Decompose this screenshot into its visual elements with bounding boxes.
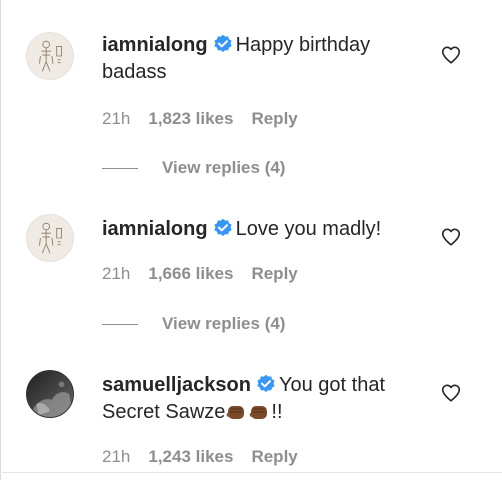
fist-emoji-icon (248, 401, 270, 423)
reply-button[interactable]: Reply (251, 109, 297, 128)
sketch-avatar-icon (39, 40, 62, 72)
like-heart-icon[interactable] (440, 44, 462, 66)
reply-button[interactable]: Reply (251, 447, 297, 466)
view-replies-line (102, 324, 138, 326)
fist-emoji-icon (225, 401, 247, 423)
verified-badge-icon (256, 374, 276, 394)
comment-time: 21h (102, 264, 131, 283)
photo-avatar-icon (27, 371, 73, 417)
comment-username[interactable]: samuelljackson (102, 374, 251, 396)
comment-meta: 21h 1,823 likes Reply (102, 109, 316, 129)
view-replies-label: View replies (4) (162, 314, 286, 333)
verified-badge-icon (213, 34, 233, 54)
verified-badge-icon (213, 218, 233, 238)
comment-time: 21h (102, 447, 131, 466)
comment-text-block: iamnialong Love you madly! (102, 216, 424, 243)
like-heart-icon[interactable] (440, 226, 462, 248)
sketch-avatar-icon (39, 222, 62, 254)
comment-likes[interactable]: 1,823 likes (148, 109, 233, 128)
reply-button[interactable]: Reply (251, 264, 297, 283)
comment-time: 21h (102, 109, 131, 128)
avatar[interactable] (26, 370, 74, 418)
comment-meta: 21h 1,666 likes Reply (102, 264, 316, 284)
comment-body: Love you madly! (235, 218, 382, 240)
view-replies-label: View replies (4) (162, 158, 286, 177)
comment-body-suffix: !! (271, 401, 283, 423)
bottom-divider (0, 472, 502, 473)
like-heart-icon[interactable] (440, 382, 462, 404)
comment-likes[interactable]: 1,666 likes (148, 264, 233, 283)
comment-text-block: samuelljackson You got that Secret Sawze!… (102, 372, 424, 426)
left-border (0, 0, 1, 480)
avatar[interactable] (26, 32, 74, 80)
comment-likes[interactable]: 1,243 likes (148, 447, 233, 466)
avatar[interactable] (26, 214, 74, 262)
comment-meta: 21h 1,243 likes Reply (102, 447, 316, 467)
view-replies-line (102, 168, 138, 170)
view-replies-button[interactable]: View replies (4) (102, 314, 285, 334)
comment-username[interactable]: iamnialong (102, 218, 208, 240)
comment-username[interactable]: iamnialong (102, 34, 208, 56)
comment-text-block: iamnialong Happy birthday badass (102, 32, 424, 86)
view-replies-button[interactable]: View replies (4) (102, 158, 285, 178)
